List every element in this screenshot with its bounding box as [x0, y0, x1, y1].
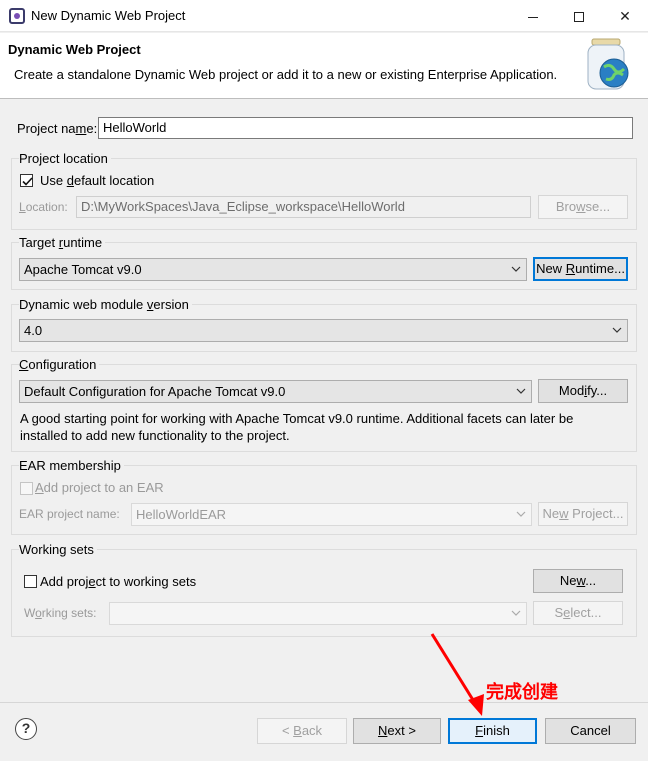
chevron-down-icon [516, 511, 526, 517]
close-icon: ✕ [619, 8, 631, 24]
select-working-sets-button[interactable]: Select... [533, 601, 623, 625]
module-version-dropdown[interactable]: 4.0 [19, 319, 628, 342]
location-input[interactable]: D:\MyWorkSpaces\Java_Eclipse_workspace\H… [76, 196, 531, 218]
annotation-arrow-icon [430, 633, 484, 716]
new-working-set-button[interactable]: New... [533, 569, 623, 593]
ear-project-name-value: HelloWorldEAR [136, 507, 227, 522]
checkmark-icon [22, 177, 33, 186]
target-runtime-title: Target runtime [19, 235, 106, 250]
use-default-location-label: Use default location [40, 173, 155, 188]
working-sets-title: Working sets [19, 542, 97, 557]
wizard-title: Dynamic Web Project [8, 42, 141, 57]
eclipse-app-icon [9, 8, 25, 24]
cancel-button[interactable]: Cancel [545, 718, 636, 744]
next-button[interactable]: Next > [353, 718, 441, 744]
minimize-button[interactable] [510, 0, 556, 32]
add-to-ear-label: Add project to an EAR [35, 480, 164, 495]
back-button[interactable]: < Back [257, 718, 347, 744]
maximize-button[interactable] [556, 0, 602, 32]
title-bar: New Dynamic Web Project ✕ [0, 0, 648, 32]
configuration-title: Configuration [19, 357, 100, 372]
maximize-icon [574, 12, 584, 23]
ear-project-name-label: EAR project name: [19, 507, 120, 521]
browse-button[interactable]: Browse... [538, 195, 628, 219]
location-label: Location: [19, 200, 68, 214]
module-version-value: 4.0 [24, 323, 43, 338]
wizard-description: Create a standalone Dynamic Web project … [14, 67, 558, 82]
project-location-title: Project location [19, 151, 111, 166]
configuration-description-line1: A good starting point for working with A… [20, 411, 574, 426]
chevron-down-icon [612, 327, 622, 333]
add-to-ear-checkbox[interactable] [20, 482, 33, 495]
new-runtime-button[interactable]: New Runtime... [533, 257, 628, 281]
ear-project-name-dropdown[interactable]: HelloWorldEAR [131, 503, 532, 526]
project-name-input[interactable]: HelloWorld [98, 117, 633, 139]
annotation-text: 完成创建 [486, 682, 558, 702]
new-ear-project-button[interactable]: New Project... [538, 502, 628, 526]
configuration-description-line2: installed to add new functionality to th… [20, 428, 290, 443]
chevron-down-icon [516, 388, 526, 394]
web-project-jar-globe-icon [587, 38, 629, 90]
configuration-dropdown[interactable]: Default Configuration for Apache Tomcat … [19, 380, 532, 403]
use-default-location-checkbox[interactable] [20, 174, 33, 187]
target-runtime-value: Apache Tomcat v9.0 [24, 262, 142, 277]
add-to-working-sets-label: Add project to working sets [40, 574, 197, 589]
configuration-value: Default Configuration for Apache Tomcat … [24, 384, 286, 399]
project-location-group [11, 158, 637, 230]
working-sets-dropdown[interactable] [109, 602, 527, 625]
add-to-working-sets-checkbox[interactable] [24, 575, 37, 588]
ear-membership-title: EAR membership [19, 458, 124, 473]
modify-button[interactable]: Modify... [538, 379, 628, 403]
window-title: New Dynamic Web Project [31, 8, 186, 23]
finish-button[interactable]: Finish [448, 718, 537, 744]
working-sets-label: Working sets: [24, 606, 97, 620]
project-name-label: Project name: [17, 121, 98, 136]
module-version-title: Dynamic web module version [19, 297, 192, 312]
close-button[interactable]: ✕ [602, 0, 648, 32]
target-runtime-dropdown[interactable]: Apache Tomcat v9.0 [19, 258, 527, 281]
wizard-header: Dynamic Web Project Create a standalone … [0, 33, 648, 99]
chevron-down-icon [511, 610, 521, 616]
chevron-down-icon [511, 266, 521, 272]
minimize-icon [528, 16, 538, 18]
help-icon[interactable]: ? [15, 718, 37, 740]
